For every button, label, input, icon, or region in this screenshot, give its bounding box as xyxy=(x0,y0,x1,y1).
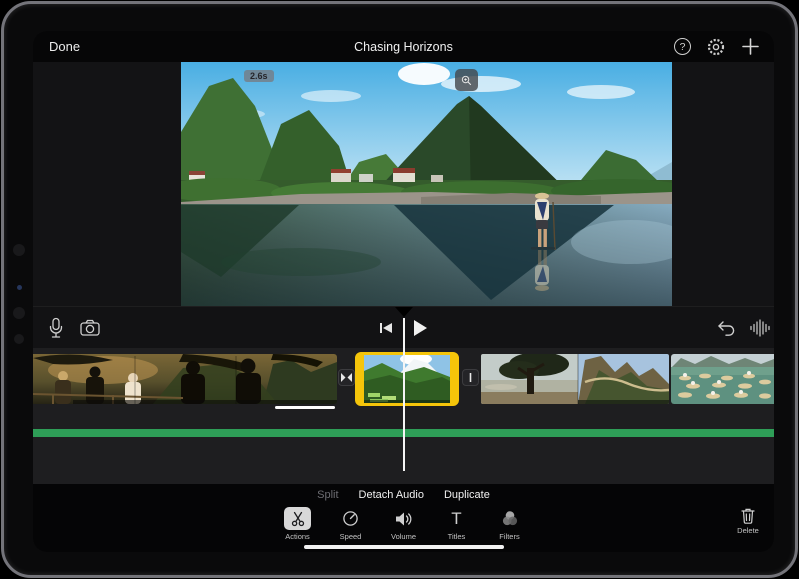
timeline-clip-river-tree-wall[interactable] xyxy=(481,354,669,404)
clip-action-menu: Split Detach Audio Duplicate xyxy=(33,489,774,501)
delete-clip-button[interactable]: Delete xyxy=(728,507,768,535)
timeline-clip-overlook-people[interactable] xyxy=(33,354,337,404)
speaker-volume-icon xyxy=(395,511,413,527)
scissors-icon xyxy=(290,511,306,527)
clip-duration-badge: 2.6s xyxy=(244,70,274,82)
skip-to-start-icon xyxy=(378,320,394,336)
transition-applied-icon xyxy=(341,373,352,382)
navbar-actions: ? xyxy=(674,37,764,57)
settings-button[interactable] xyxy=(706,37,726,57)
playhead-line[interactable] xyxy=(403,318,405,471)
sensor-dot-icon xyxy=(17,285,22,290)
preview-frame-mountain-lake xyxy=(181,62,672,306)
undo-icon xyxy=(715,320,735,337)
delete-label: Delete xyxy=(737,526,759,535)
preview-zoom-button[interactable] xyxy=(455,69,478,91)
add-plus-icon xyxy=(741,37,760,56)
record-voiceover-button[interactable] xyxy=(43,315,69,341)
help-button[interactable]: ? xyxy=(674,38,691,55)
audio-waveform-button[interactable] xyxy=(747,315,773,341)
imovie-app-screen: Done Chasing Horizons ? xyxy=(33,31,774,552)
speed-gauge-icon xyxy=(342,510,359,527)
transition-none-icon xyxy=(466,372,475,383)
transition-button-none[interactable] xyxy=(462,369,479,386)
filters-circles-icon xyxy=(501,510,519,527)
done-button[interactable]: Done xyxy=(43,37,86,56)
tool-label: Volume xyxy=(391,532,416,541)
tool-volume[interactable]: Volume xyxy=(384,507,424,541)
undo-button[interactable] xyxy=(712,315,738,341)
home-indicator[interactable] xyxy=(304,545,504,549)
trash-icon xyxy=(740,507,756,524)
front-camera-icon xyxy=(13,244,25,256)
add-media-button[interactable] xyxy=(741,37,760,56)
settings-gear-icon xyxy=(706,37,726,57)
magnifier-plus-icon xyxy=(461,73,472,88)
tool-label: Filters xyxy=(499,532,519,541)
skip-to-start-button[interactable] xyxy=(373,315,399,341)
microphone-icon xyxy=(46,317,66,339)
bottom-inspector-bar: Split Detach Audio Duplicate xyxy=(33,484,774,552)
tool-actions[interactable]: Actions xyxy=(278,507,318,541)
play-button[interactable] xyxy=(407,315,433,341)
clip-trim-progress-bar xyxy=(275,406,335,409)
video-preview[interactable] xyxy=(181,62,672,306)
tool-titles[interactable]: T Titles xyxy=(437,507,477,541)
split-action: Split xyxy=(317,489,338,501)
duplicate-action[interactable]: Duplicate xyxy=(444,489,490,501)
playhead-marker-icon xyxy=(395,307,413,317)
sensor-dot-icon xyxy=(14,334,24,344)
transition-button-applied[interactable] xyxy=(338,369,355,386)
tool-filters[interactable]: Filters xyxy=(490,507,530,541)
tool-label: Titles xyxy=(448,532,466,541)
titles-T-icon: T xyxy=(451,510,461,527)
edit-tools-row: Actions Speed xyxy=(33,507,774,541)
project-title: Chasing Horizons xyxy=(33,40,774,54)
detach-audio-action[interactable]: Detach Audio xyxy=(359,489,424,501)
ipad-device-frame: Done Chasing Horizons ? xyxy=(1,1,798,578)
tool-speed[interactable]: Speed xyxy=(331,507,371,541)
preview-stage: 2.6s xyxy=(33,62,774,306)
timeline-clip-selected-green-valley[interactable] xyxy=(355,352,459,406)
front-camera-icon xyxy=(13,307,25,319)
top-navbar: Done Chasing Horizons ? xyxy=(33,31,774,62)
camera-icon xyxy=(79,318,101,338)
audio-waveform-icon xyxy=(749,319,771,337)
play-icon xyxy=(411,318,429,338)
screenshot-root: Done Chasing Horizons ? xyxy=(0,0,799,579)
record-video-button[interactable] xyxy=(77,315,103,341)
help-circle-icon: ? xyxy=(674,38,691,55)
tool-label: Actions xyxy=(285,532,310,541)
timeline-clip-bamboo-rafts[interactable] xyxy=(671,354,774,404)
tool-label: Speed xyxy=(340,532,362,541)
